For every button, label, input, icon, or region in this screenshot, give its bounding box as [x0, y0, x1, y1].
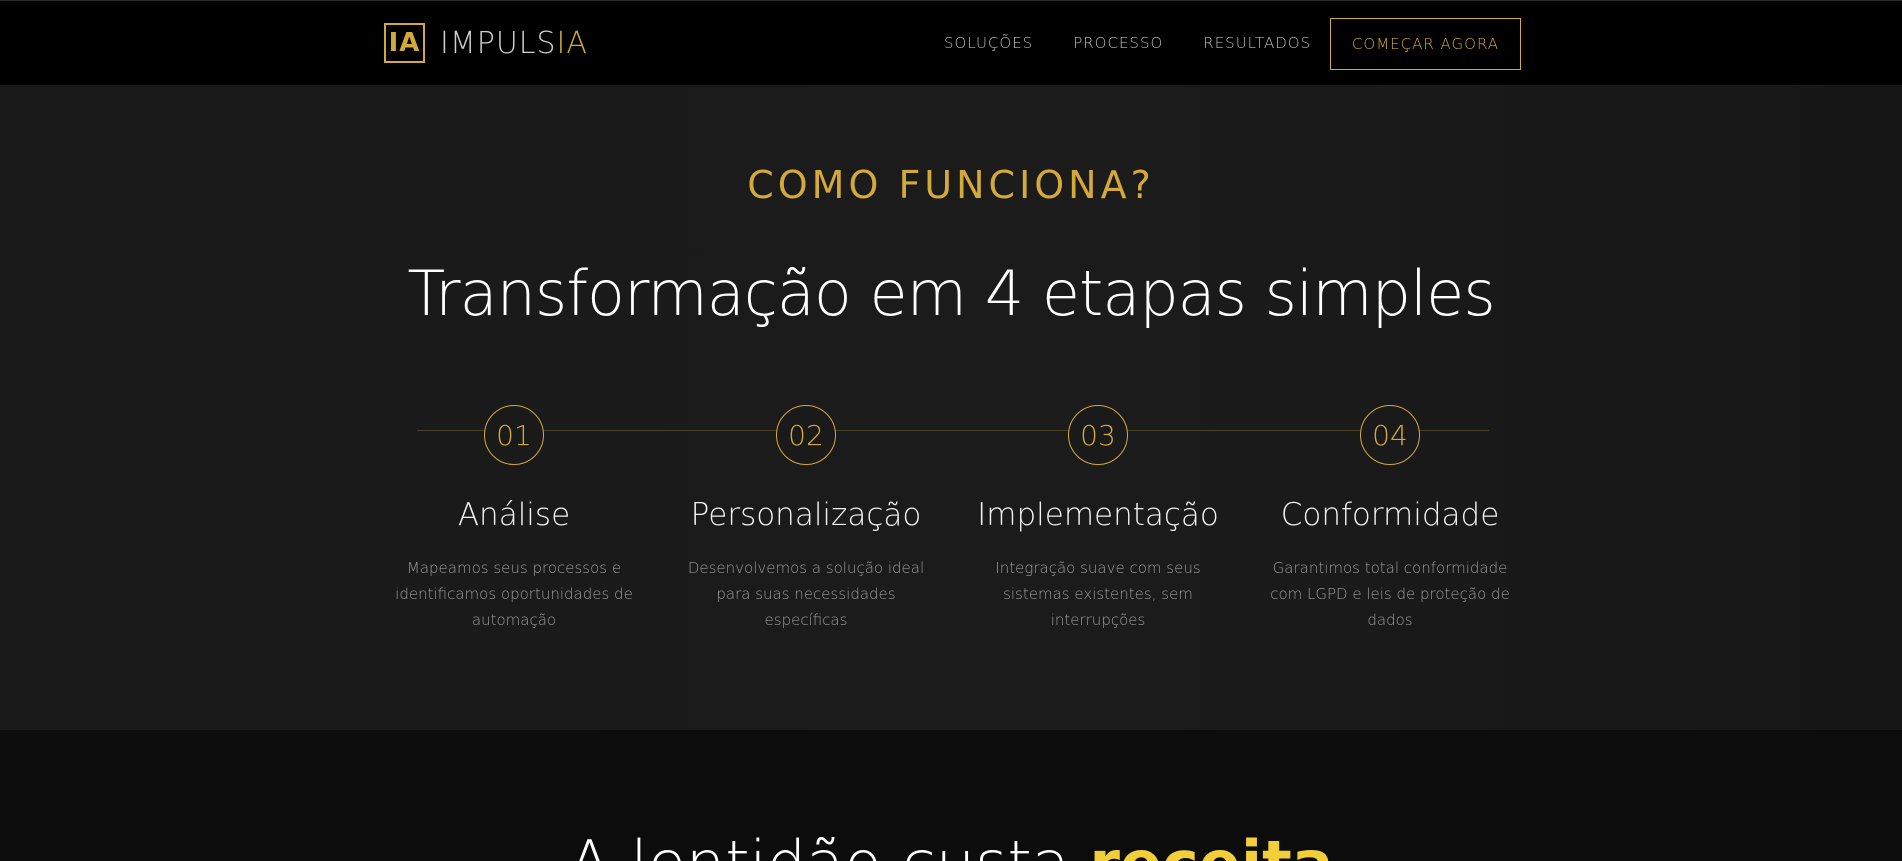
step-description: Mapeamos seus processos e identificamos …	[395, 559, 633, 629]
logo[interactable]: IA IMPULSIA	[384, 23, 588, 63]
section-eyebrow: COMO FUNCIONA?	[747, 163, 1155, 207]
how-it-works-section: COMO FUNCIONA? Transformação em 4 etapas…	[0, 85, 1902, 730]
step-description: Desenvolvemos a solução ideal para suas …	[687, 559, 925, 629]
step-title: Análise	[457, 497, 571, 533]
logo-text: IMPULSIA	[440, 26, 588, 61]
logo-text-accent: IA	[556, 25, 588, 61]
logo-text-main: IMPULS	[440, 25, 557, 61]
nav-link-solucoes[interactable]: SOLUÇÕES	[944, 34, 1033, 52]
step-personalizacao: 02 Personalização Desenvolvemos a soluçã…	[660, 405, 952, 633]
step-title: Conformidade	[1280, 497, 1500, 533]
step-conformidade: 04 Conformidade Garantimos total conform…	[1244, 405, 1536, 633]
logo-mark: IA	[384, 23, 425, 63]
revenue-title-highlight: receita	[1089, 827, 1333, 861]
step-number-badge: 03	[1068, 405, 1128, 465]
step-number-badge: 04	[1360, 405, 1420, 465]
revenue-title-main: A lentidão custa	[568, 827, 1089, 861]
start-now-button[interactable]: COMEÇAR AGORA	[1330, 18, 1521, 70]
step-implementacao: 03 Implementação Integração suave com se…	[952, 405, 1244, 633]
step-description: Integração suave com seus sistemas exist…	[995, 559, 1201, 629]
step-title: Personalização	[690, 497, 922, 533]
step-analise: 01 Análise Mapeamos seus processos e ide…	[368, 405, 660, 633]
step-description: Garantimos total conformidade com LGPD e…	[1270, 559, 1510, 629]
top-navbar: IA IMPULSIA SOLUÇÕES PROCESSO RESULTADOS…	[0, 0, 1902, 85]
nav-links: SOLUÇÕES PROCESSO RESULTADOS	[944, 34, 1311, 52]
section-headline: Transformação em 4 etapas simples	[407, 257, 1495, 330]
step-number-badge: 01	[484, 405, 544, 465]
step-title: Implementação	[977, 497, 1219, 533]
revenue-section-title: A lentidão custa receita	[0, 827, 1902, 861]
nav-link-processo[interactable]: PROCESSO	[1073, 34, 1163, 52]
step-number-badge: 02	[776, 405, 836, 465]
revenue-section: A lentidão custa receita	[0, 730, 1902, 861]
nav-link-resultados[interactable]: RESULTADOS	[1203, 34, 1311, 52]
